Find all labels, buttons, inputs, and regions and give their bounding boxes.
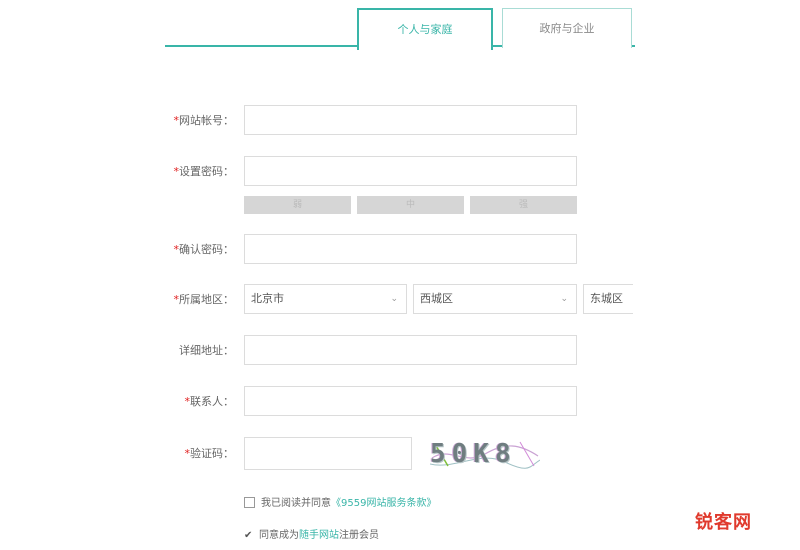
checkbox[interactable] xyxy=(244,496,255,508)
strength-medium: 中 xyxy=(357,196,464,214)
strength-strong: 强 xyxy=(470,196,577,214)
password-label: *设置密码： xyxy=(173,165,235,178)
checkmark-icon[interactable]: ✔ xyxy=(244,528,254,544)
address-label: 详细地址： xyxy=(179,344,234,357)
chevron-down-icon: ⌄ xyxy=(390,294,398,304)
chevron-down-icon: ⌄ xyxy=(560,294,568,304)
street-value: 东城区 xyxy=(590,292,623,305)
strength-weak: 弱 xyxy=(244,196,351,214)
captcha-text: 50K8 xyxy=(430,439,517,469)
confirm-password-input[interactable] xyxy=(244,234,577,264)
district-select[interactable]: 西城区 ⌄ xyxy=(413,284,577,314)
tab-personal[interactable]: 个人与家庭 xyxy=(357,8,493,50)
contact-input[interactable] xyxy=(244,386,577,416)
captcha-label: *验证码： xyxy=(184,447,235,460)
contact-label: *联系人： xyxy=(184,395,235,408)
address-input[interactable] xyxy=(244,335,577,365)
confirm-label: *确认密码： xyxy=(173,243,235,256)
district-value: 西城区 xyxy=(420,292,453,305)
province-value: 北京市 xyxy=(251,292,284,305)
province-select[interactable]: 北京市 ⌄ xyxy=(244,284,407,314)
region-label: *所属地区： xyxy=(173,293,235,306)
captcha-image[interactable]: 50K8 xyxy=(430,436,540,472)
watermark-logo: 锐客网 xyxy=(695,512,752,533)
password-input[interactable] xyxy=(244,156,577,186)
agree-terms-row[interactable]: 我已阅读并同意《9559网站服务条款》 xyxy=(244,496,436,512)
account-input[interactable] xyxy=(244,105,577,135)
site-link[interactable]: 随手网站 xyxy=(299,530,339,541)
account-label: *网站帐号： xyxy=(173,114,235,127)
terms-link[interactable]: 《9559网站服务条款》 xyxy=(331,498,436,509)
captcha-input[interactable] xyxy=(244,437,412,470)
street-select[interactable]: 东城区 xyxy=(583,284,633,314)
tab-company[interactable]: 政府与企业 xyxy=(502,8,632,48)
member-row[interactable]: ✔ 同意成为随手网站注册会员 xyxy=(244,528,379,544)
